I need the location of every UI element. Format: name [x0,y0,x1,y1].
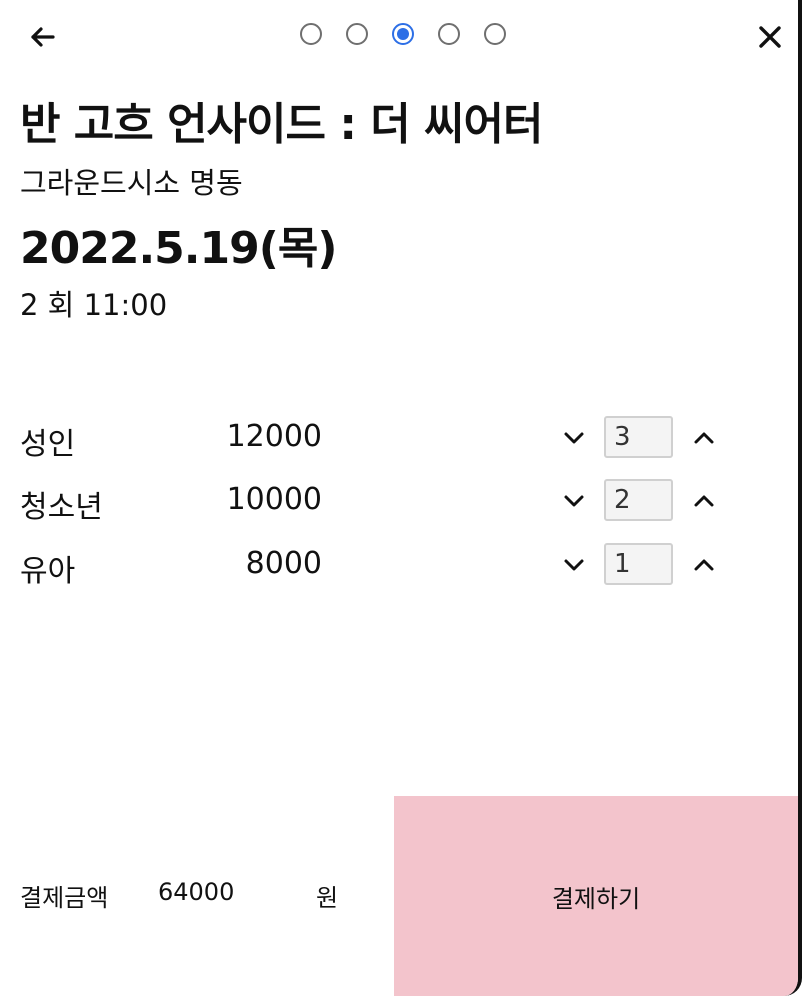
ticket-row-youth: 청소년 10000 [0,476,798,526]
chevron-up-icon[interactable] [691,425,717,451]
ticket-booking-window: 반 고흐 언사이드 : 더 씨어터 그라운드시소 명동 2022.5.19(목)… [0,0,802,996]
quantity-input[interactable] [604,543,673,585]
payment-amount-value: 64000 [158,878,235,906]
ticket-price: 12000 [226,419,322,454]
venue-name: 그라운드시소 명동 [20,166,243,200]
show-title: 반 고흐 언사이드 : 더 씨어터 [20,99,543,150]
ticket-row-infant: 유아 8000 [0,540,798,590]
quantity-input[interactable] [604,416,673,458]
payment-amount-label: 결제금액 [20,884,109,912]
chevron-up-icon[interactable] [691,552,717,578]
ticket-price: 8000 [245,546,322,581]
chevron-down-icon[interactable] [561,488,587,514]
ticket-type-label: 성인 [20,427,76,462]
step-2-radio[interactable] [346,23,368,45]
chevron-down-icon[interactable] [561,552,587,578]
step-3-radio-selected[interactable] [392,23,414,45]
pay-button[interactable]: 결제하기 [394,796,798,996]
ticket-type-label: 유아 [20,554,76,589]
ticket-type-label: 청소년 [20,490,103,525]
ticket-row-adult: 성인 12000 [0,413,798,463]
arrow-left-icon[interactable] [28,22,58,52]
chevron-up-icon[interactable] [691,488,717,514]
ticket-price: 10000 [226,482,322,517]
show-date: 2022.5.19(목) [20,223,337,274]
close-icon[interactable] [755,22,785,52]
step-4-radio[interactable] [438,23,460,45]
step-indicator [300,23,506,51]
step-5-radio[interactable] [484,23,506,45]
session-time: 2 회 11:00 [20,288,168,322]
chevron-down-icon[interactable] [561,425,587,451]
currency-unit: 원 [316,884,339,912]
quantity-input[interactable] [604,479,673,521]
step-1-radio[interactable] [300,23,322,45]
